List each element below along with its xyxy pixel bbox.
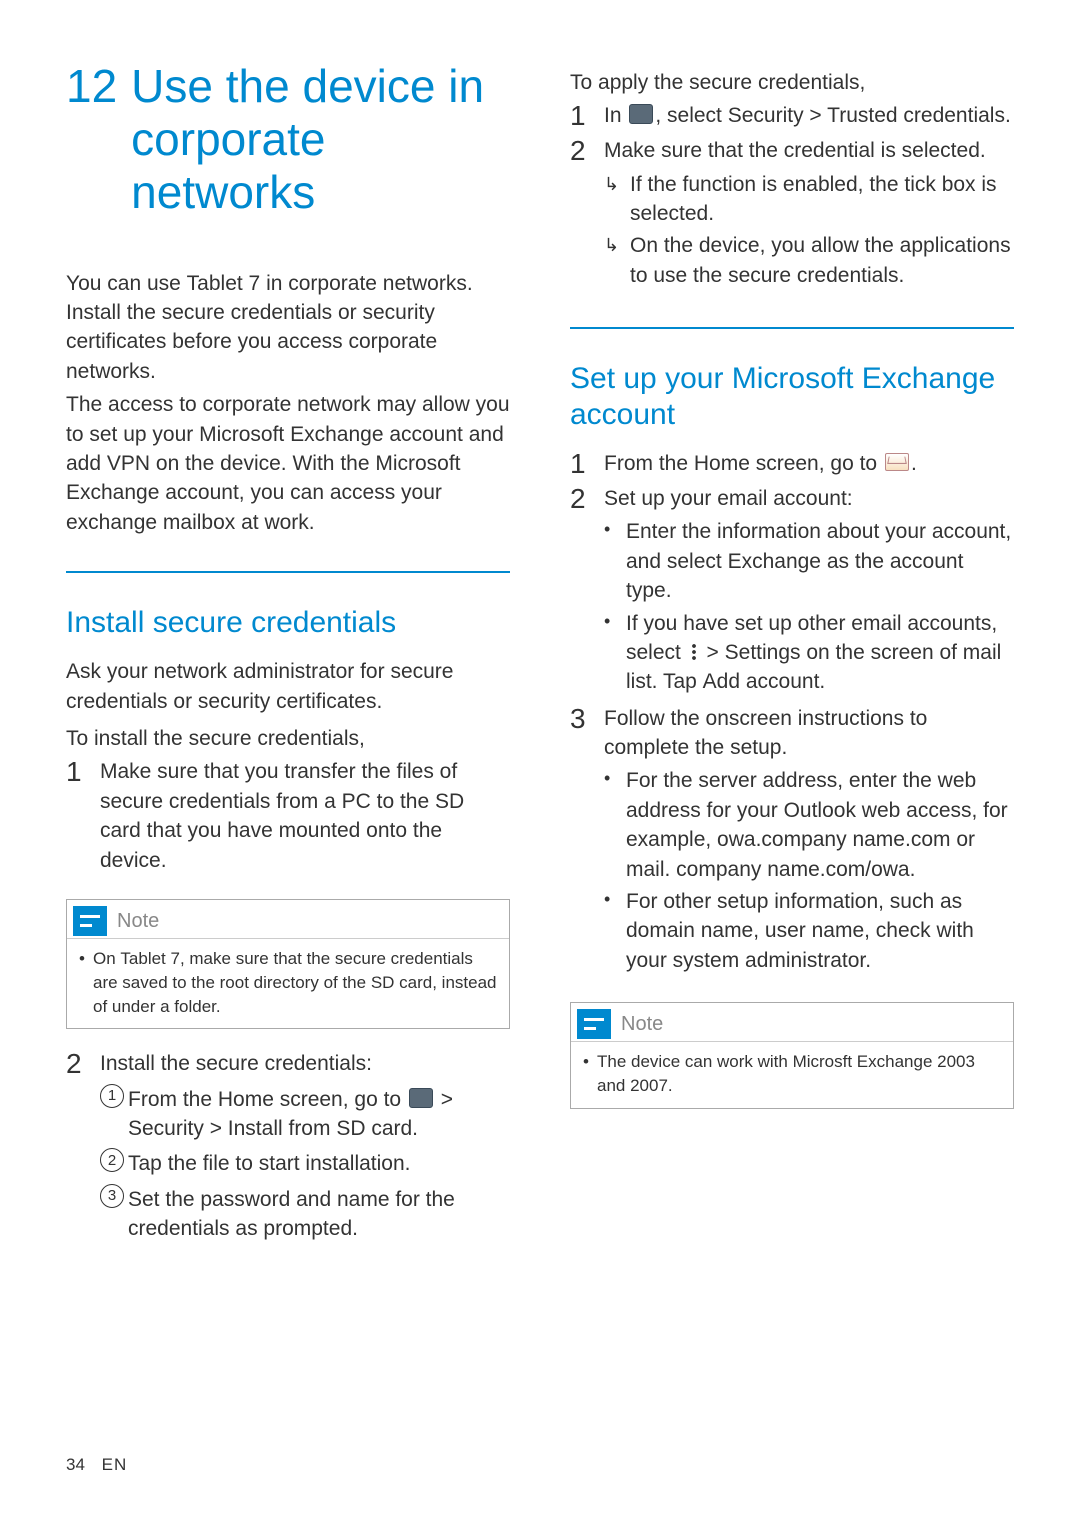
install-steps: 1 Make sure that you transfer the files …: [66, 757, 510, 875]
exchange-step2: Set up your email account:: [604, 487, 853, 510]
settings-app-icon: [409, 1088, 433, 1108]
exchange-steps: 1 From the Home screen, go to . 2 Set up…: [570, 449, 1014, 978]
right-column: To apply the secure credentials, 1 In , …: [570, 60, 1014, 1254]
substep-1: From the Home screen, go to > Security >…: [128, 1085, 510, 1144]
install-step2-intro: Install the secure credentials:: [100, 1052, 372, 1075]
install-lead: Ask your network administrator for secur…: [66, 657, 510, 716]
note-icon: [73, 906, 107, 936]
install-step1: Make sure that you transfer the files of…: [100, 757, 510, 875]
exchange-s3b1: For the server address, enter the web ad…: [626, 766, 1014, 884]
result-arrow-icon: ↳: [604, 170, 630, 229]
note-label: Note: [117, 907, 159, 935]
apply-result1: If the function is enabled, the tick box…: [630, 170, 1014, 229]
chapter-title: Use the device in corporate networks: [131, 60, 510, 219]
page-number: 34: [66, 1455, 85, 1474]
intro-p2: The access to corporate network may allo…: [66, 390, 510, 537]
section-exchange-title: Set up your Microsoft Exchange account: [570, 361, 1014, 433]
apply-step1: In , select Security > Trusted credentia…: [604, 101, 1014, 132]
exchange-step3: Follow the onscreen instructions to comp…: [604, 707, 927, 759]
note-label: Note: [621, 1010, 663, 1038]
mail-app-icon: [885, 453, 909, 471]
step-number: 1: [570, 101, 604, 132]
result-arrow-icon: ↳: [604, 231, 630, 290]
chapter-number: 12: [66, 60, 117, 113]
note-box: Note •The device can work with Microsft …: [570, 1002, 1014, 1109]
circled-1-icon: 1: [100, 1084, 124, 1108]
settings-app-icon: [629, 104, 653, 124]
page-language: EN: [102, 1455, 128, 1474]
apply-steps: 1 In , select Security > Trusted credent…: [570, 101, 1014, 293]
note-icon: [577, 1009, 611, 1039]
step-number: 2: [570, 136, 604, 293]
note-text: On Tablet 7, make sure that the secure c…: [93, 947, 499, 1018]
page-footer: 34 EN: [66, 1453, 127, 1477]
install-steps-cont: 2 Install the secure credentials: 1 From…: [66, 1049, 510, 1249]
step-number: 2: [570, 484, 604, 700]
left-column: 12 Use the device in corporate networks …: [66, 60, 510, 1254]
overflow-menu-icon: [691, 643, 697, 661]
section-divider: [66, 571, 510, 573]
exchange-b1: Enter the information about your account…: [626, 517, 1014, 605]
note-text: The device can work with Microsft Exchan…: [597, 1050, 1003, 1098]
circled-2-icon: 2: [100, 1148, 124, 1172]
section-install-title: Install secure credentials: [66, 605, 510, 641]
substep-3: Set the password and name for the creden…: [128, 1185, 510, 1244]
step-number: 1: [66, 757, 100, 875]
step-number: 2: [66, 1049, 100, 1249]
intro-p1: You can use Tablet 7 in corporate networ…: [66, 269, 510, 387]
apply-result2: On the device, you allow the application…: [630, 231, 1014, 290]
exchange-b2: If you have set up other email accounts,…: [626, 609, 1014, 697]
chapter-heading: 12 Use the device in corporate networks: [66, 60, 510, 219]
exchange-step1: From the Home screen, go to .: [604, 449, 1014, 480]
step-number: 1: [570, 449, 604, 480]
note-box: Note • On Tablet 7, make sure that the s…: [66, 899, 510, 1029]
step-number: 3: [570, 704, 604, 979]
install-subhead: To install the secure credentials,: [66, 724, 510, 753]
apply-step2: Make sure that the credential is selecte…: [604, 139, 986, 162]
apply-subhead: To apply the secure credentials,: [570, 68, 1014, 97]
exchange-s3b2: For other setup information, such as dom…: [626, 887, 1014, 975]
substep-2: Tap the file to start installation.: [128, 1149, 510, 1178]
section-divider: [570, 327, 1014, 329]
circled-3-icon: 3: [100, 1184, 124, 1208]
